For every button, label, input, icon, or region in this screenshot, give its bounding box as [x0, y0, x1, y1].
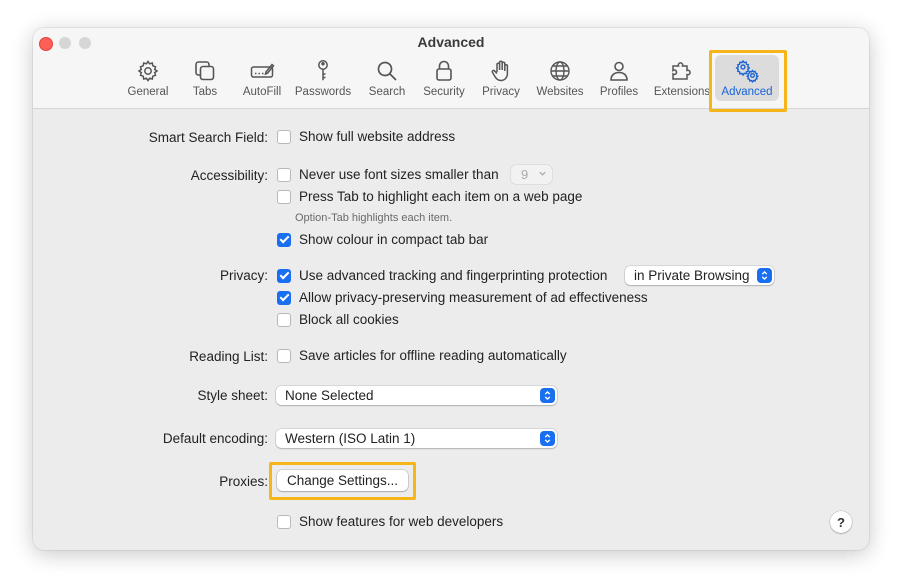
style-sheet-select[interactable]: None Selected [276, 386, 557, 405]
checkbox-label: Block all cookies [299, 312, 399, 327]
checkbox-box[interactable] [277, 268, 291, 283]
lock-icon [436, 60, 452, 81]
tab-label: General [127, 86, 169, 98]
proxies-label: Proxies: [219, 474, 268, 489]
key-icon [318, 60, 328, 81]
show-colour-checkbox[interactable]: Show colour in compact tab bar [277, 232, 488, 247]
block-cookies-checkbox[interactable]: Block all cookies [277, 312, 399, 327]
person-icon [610, 61, 628, 81]
accessibility-label: Accessibility: [190, 168, 268, 183]
safari-settings-window: Advanced General Tabs AutoFill Passwords… [33, 28, 869, 550]
tab-search[interactable]: Search [364, 58, 410, 102]
tab-security[interactable]: Security [417, 58, 471, 102]
checkbox-label: Use advanced tracking and fingerprinting… [299, 268, 608, 283]
privacy-label: Privacy: [219, 268, 268, 283]
proxies-button-highlight [269, 462, 416, 500]
tab-label: Extensions [653, 86, 711, 98]
advanced-tab-highlight [709, 50, 787, 112]
checkbox-label: Show features for web developers [299, 514, 504, 529]
updown-arrows-icon [540, 388, 555, 403]
checkbox-box[interactable] [277, 290, 291, 305]
window-title: Advanced [417, 34, 485, 50]
hand-icon [491, 60, 509, 82]
min-font-size-checkbox[interactable]: Never use font sizes smaller than [277, 167, 499, 182]
checkbox-box[interactable] [277, 232, 291, 247]
ad-measurement-checkbox[interactable]: Allow privacy-preserving measurement of … [277, 290, 648, 305]
tab-label: Tabs [192, 86, 218, 98]
min-font-size-select[interactable]: 9 [511, 165, 552, 184]
gear-icon [137, 60, 159, 82]
tab-label: AutoFill [242, 86, 282, 98]
checkbox-label: Press Tab to highlight each item on a we… [299, 189, 583, 204]
checkbox-box[interactable] [277, 514, 291, 529]
tab-label: Passwords [294, 86, 352, 98]
default-encoding-select[interactable]: Western (ISO Latin 1) [276, 429, 557, 448]
style-sheet-label: Style sheet: [197, 388, 268, 403]
checkbox-label: Show full website address [299, 129, 456, 144]
tab-label: Privacy [482, 86, 520, 98]
tracking-protection-value: in Private Browsing [634, 268, 750, 283]
smart-search-label: Smart Search Field: [148, 130, 268, 145]
updown-arrows-icon [540, 431, 555, 446]
checkbox-label: Allow privacy-preserving measurement of … [299, 290, 648, 305]
checkbox-box[interactable] [277, 189, 291, 204]
min-font-size-value: 9 [521, 167, 529, 182]
press-tab-checkbox[interactable]: Press Tab to highlight each item on a we… [277, 189, 582, 204]
checkbox-label: Never use font sizes smaller than [299, 167, 499, 182]
tab-autofill[interactable]: AutoFill [237, 58, 287, 102]
puzzle-icon [672, 62, 691, 80]
help-button[interactable]: ? [830, 511, 852, 533]
checkbox-box[interactable] [277, 348, 291, 363]
chevron-down-icon [539, 171, 546, 176]
autofill-icon [250, 63, 275, 78]
tab-tabs[interactable]: Tabs [183, 58, 227, 102]
tracking-protection-checkbox[interactable]: Use advanced tracking and fingerprinting… [277, 268, 607, 283]
updown-arrows-icon [757, 268, 772, 283]
option-tab-note: Option-Tab highlights each item. [295, 212, 453, 224]
tab-label: Websites [536, 86, 584, 98]
offline-reading-checkbox[interactable]: Save articles for offline reading automa… [277, 348, 567, 363]
magnifier-icon [377, 61, 397, 81]
default-encoding-label: Default encoding: [162, 431, 268, 446]
tab-passwords[interactable]: Passwords [293, 58, 353, 102]
web-developer-features-checkbox[interactable]: Show features for web developers [277, 514, 503, 529]
checkbox-box[interactable] [277, 167, 291, 182]
style-sheet-value: None Selected [285, 388, 374, 403]
tabs-icon [195, 61, 215, 81]
tab-websites[interactable]: Websites [532, 58, 588, 102]
checkbox-label: Show colour in compact tab bar [299, 232, 489, 247]
globe-icon [550, 61, 570, 81]
tab-privacy[interactable]: Privacy [478, 58, 524, 102]
tracking-protection-select[interactable]: in Private Browsing [625, 266, 774, 285]
checkbox-label: Save articles for offline reading automa… [299, 348, 567, 363]
tab-label: Security [423, 86, 465, 98]
tab-general[interactable]: General [123, 58, 173, 102]
checkbox-box[interactable] [277, 129, 291, 144]
reading-list-label: Reading List: [189, 349, 268, 364]
tab-profiles[interactable]: Profiles [594, 58, 644, 102]
tab-label: Profiles [599, 86, 639, 98]
show-full-address-checkbox[interactable]: Show full website address [277, 129, 455, 144]
checkbox-box[interactable] [277, 312, 291, 327]
tab-extensions[interactable]: Extensions [650, 58, 714, 102]
tab-label: Search [368, 86, 406, 98]
default-encoding-value: Western (ISO Latin 1) [285, 431, 416, 446]
